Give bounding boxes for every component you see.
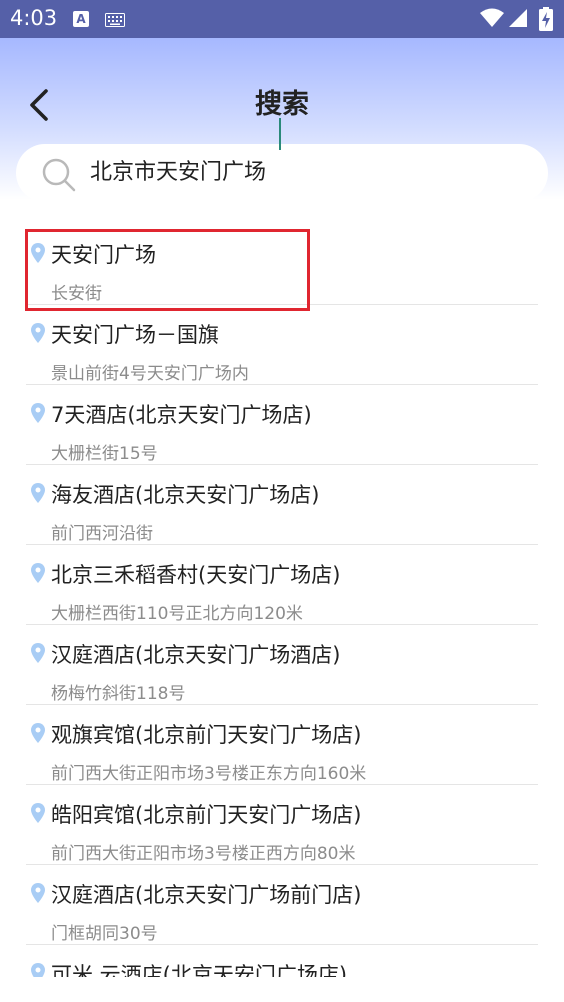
location-pin-icon — [31, 403, 45, 427]
keyboard-icon — [105, 12, 125, 31]
location-pin-icon — [31, 803, 45, 827]
location-pin-icon — [31, 963, 45, 977]
result-name: 天安门广场－国旗 — [51, 323, 219, 347]
list-item[interactable]: 观旗宾馆(北京前门天安门广场店) 前门西大街正阳市场3号楼正东方向160米 — [0, 705, 564, 785]
location-pin-icon — [31, 323, 45, 347]
location-pin-icon — [31, 243, 45, 267]
list-item[interactable]: 汉庭酒店(北京天安门广场前门店) 门框胡同30号 — [0, 865, 564, 945]
search-input[interactable]: 北京市天安门广场 — [90, 156, 266, 190]
notification-a-icon: A — [73, 11, 89, 27]
result-address: 长安街 — [51, 284, 102, 304]
result-name: 汉庭酒店(北京天安门广场酒店) — [51, 643, 341, 667]
list-item[interactable]: 北京三禾稻香村(天安门广场店) 大栅栏西街110号正北方向120米 — [0, 545, 564, 625]
result-address: 前门西大街正阳市场3号楼正东方向160米 — [51, 764, 367, 784]
location-pin-icon — [31, 883, 45, 907]
list-item[interactable]: 海友酒店(北京天安门广场店) 前门西河沿街 — [0, 465, 564, 545]
search-box[interactable]: 北京市天安门广场 — [16, 144, 548, 202]
result-name: 可米 云酒店(北京天安门广场店) — [51, 963, 348, 977]
status-time: 4:03 — [10, 6, 58, 30]
text-cursor — [279, 118, 281, 150]
result-name: 观旗宾馆(北京前门天安门广场店) — [51, 723, 362, 747]
list-item[interactable]: 可米 云酒店(北京天安门广场店) — [0, 945, 564, 977]
page-title: 搜索 — [255, 89, 309, 120]
location-pin-icon — [31, 563, 45, 587]
list-item[interactable]: 汉庭酒店(北京天安门广场酒店) 杨梅竹斜街118号 — [0, 625, 564, 705]
list-item[interactable]: 天安门广场 长安街 — [0, 225, 564, 305]
wifi-icon — [480, 8, 504, 32]
search-results-list: 天安门广场 长安街 天安门广场－国旗 景山前街4号天安门广场内 7天酒店(北京天… — [0, 225, 564, 977]
list-item[interactable]: 皓阳宾馆(北京前门天安门广场店) 前门西大街正阳市场3号楼正西方向80米 — [0, 785, 564, 865]
result-name: 北京三禾稻香村(天安门广场店) — [51, 563, 341, 587]
result-address: 大栅栏街15号 — [51, 444, 158, 464]
result-address: 前门西大街正阳市场3号楼正西方向80米 — [51, 844, 356, 864]
result-name: 汉庭酒店(北京天安门广场前门店) — [51, 883, 362, 907]
list-item[interactable]: 7天酒店(北京天安门广场店) 大栅栏街15号 — [0, 385, 564, 465]
result-name: 海友酒店(北京天安门广场店) — [51, 483, 320, 507]
location-pin-icon — [31, 483, 45, 507]
result-address: 门框胡同30号 — [51, 924, 158, 944]
location-pin-icon — [31, 723, 45, 747]
result-name: 天安门广场 — [51, 243, 156, 267]
header: 搜索 北京市天安门广场 — [0, 38, 564, 202]
result-address: 前门西河沿街 — [51, 524, 153, 544]
battery-icon — [539, 7, 553, 35]
status-bar: 4:03 A — [0, 0, 564, 38]
result-name: 7天酒店(北京天安门广场店) — [51, 403, 312, 427]
list-item[interactable]: 天安门广场－国旗 景山前街4号天安门广场内 — [0, 305, 564, 385]
result-address: 杨梅竹斜街118号 — [51, 684, 186, 704]
signal-icon — [508, 8, 528, 32]
result-name: 皓阳宾馆(北京前门天安门广场店) — [51, 803, 362, 827]
result-address: 大栅栏西街110号正北方向120米 — [51, 604, 303, 624]
location-pin-icon — [31, 643, 45, 667]
result-address: 景山前街4号天安门广场内 — [51, 364, 249, 384]
search-icon — [41, 157, 77, 197]
